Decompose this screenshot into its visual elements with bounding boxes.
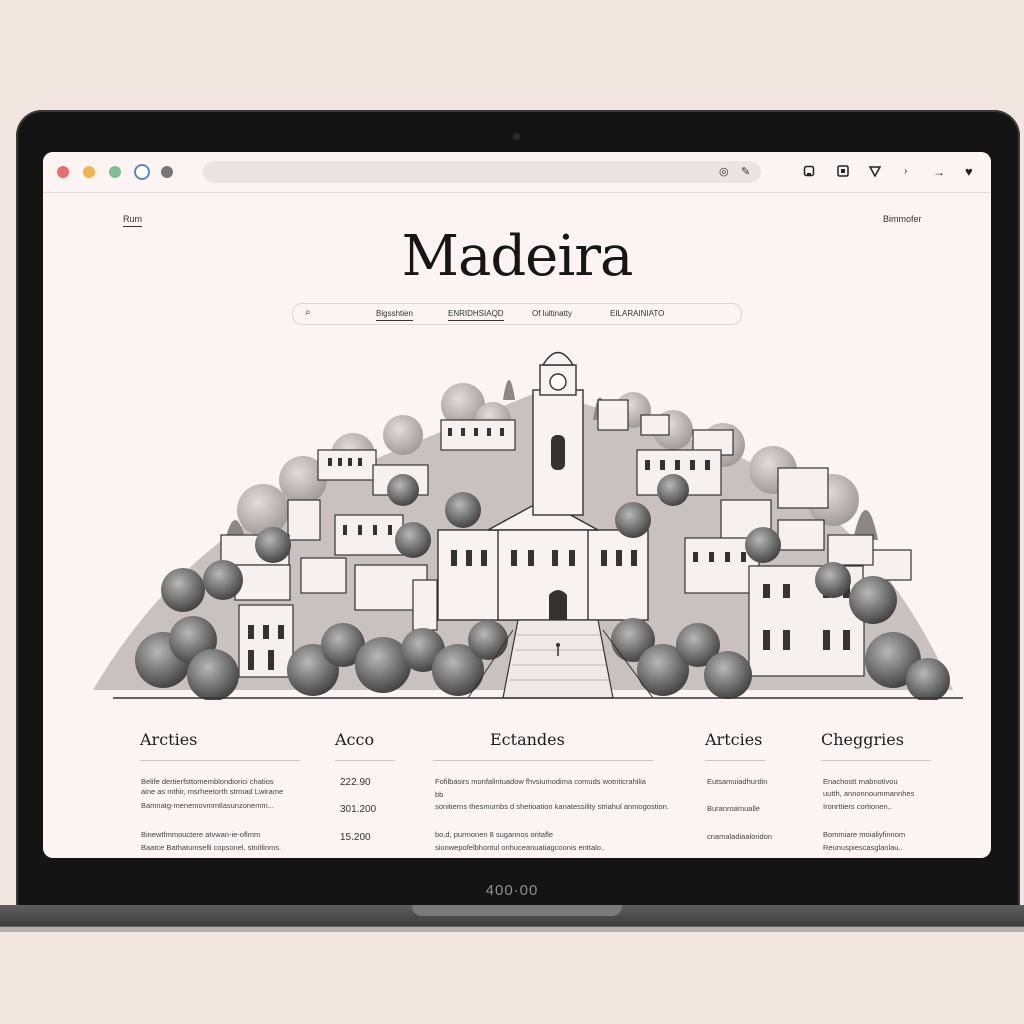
column-text: sionwepofelbhontul onhuceanuatiagcoonis … — [435, 843, 606, 852]
bookmark-icon[interactable] — [803, 164, 815, 180]
browser-toolbar: ◎ ✎ › → ♥ — [43, 152, 991, 193]
divider — [705, 760, 765, 761]
address-bar[interactable]: ◎ ✎ — [203, 161, 761, 183]
device-label: 400·00 — [485, 882, 539, 899]
menu-dot-icon[interactable] — [161, 166, 173, 178]
column-text: bb — [435, 790, 444, 799]
column-heading: Acco — [335, 730, 375, 749]
top-right-link[interactable]: Bimmofer — [883, 214, 922, 224]
page-title: Madeira — [401, 224, 634, 289]
divider — [140, 760, 300, 761]
column-text: Buranroamualle — [707, 804, 760, 813]
profile-icon[interactable] — [134, 164, 150, 180]
search-icon[interactable]: ◎ — [719, 165, 729, 178]
browser-window: ◎ ✎ › → ♥ Rum Bimmofer Madeira ⌕ Bigssht… — [43, 152, 991, 858]
column-text: cnamaladiaalondon — [707, 832, 773, 841]
column-text: Belife dertierfsttomemblondiorici chatio… — [141, 777, 274, 786]
chevron-icon[interactable]: › — [904, 164, 907, 180]
minimize-window-button[interactable] — [83, 166, 95, 178]
column-heading: Artcies — [705, 730, 763, 749]
divider — [821, 760, 931, 761]
arrow-icon[interactable]: → — [933, 164, 945, 180]
column-heading: Cheggries — [821, 730, 904, 749]
column-text: Enachostt rnabnotivou — [823, 777, 898, 786]
nav-item-4[interactable]: EILARAINIATO — [610, 309, 664, 318]
column-heading: Arcties — [140, 730, 198, 749]
column-text: Fofilbasirs monfalintuadow fhvsiumodima … — [435, 777, 646, 786]
column-text: sonitierns thesmumbs d shetioation kanat… — [435, 802, 669, 811]
site-nav: ⌕ Bigsshtien ENRIDHSIAQD Of lultinatty E… — [292, 303, 742, 325]
column-heading: Ectandes — [490, 730, 565, 749]
column-text: uutth, annonnoummannhes — [823, 789, 915, 798]
nav-item-1[interactable]: Bigsshtien — [376, 309, 413, 321]
column-text: Bamnatg-menemovmmtlasunzonemm... — [141, 801, 274, 810]
nav-item-2[interactable]: ENRIDHSIAQD — [448, 309, 504, 321]
laptop-notch — [412, 905, 622, 916]
nav-item-3[interactable]: Of lultinatty — [532, 309, 572, 318]
close-window-button[interactable] — [57, 166, 69, 178]
column-text: Reunuspiescasglanlau.. — [823, 843, 903, 852]
column-text: aine as mthir, msrheetorth strmad Lwiram… — [141, 787, 284, 796]
column-text: Baatce Bathatumselli copsonel, stnitlinm… — [141, 843, 282, 852]
square-icon[interactable] — [837, 164, 849, 180]
column-text: Bommiare moialiyfinnom — [823, 830, 906, 839]
laptop-base-lip — [0, 926, 1024, 932]
column-text: Ironrttiers cortionen.. — [823, 802, 892, 811]
search-icon[interactable]: ⌕ — [305, 307, 311, 318]
camera-icon — [513, 133, 520, 140]
column-text: Eutsamuiadhurdin — [707, 777, 768, 786]
price-value: 301.200 — [340, 804, 377, 815]
column-text: Binewtfmmouctere atvwan-ie-oflmm — [141, 830, 261, 839]
divider — [433, 760, 653, 761]
shield-icon[interactable] — [868, 164, 882, 180]
maximize-window-button[interactable] — [109, 166, 121, 178]
hero-illustration — [73, 330, 968, 705]
price-value: 222.90 — [340, 777, 371, 788]
divider — [335, 760, 395, 761]
heart-icon[interactable]: ♥ — [965, 164, 973, 180]
price-value: 15.200 — [340, 832, 371, 843]
extension-icon[interactable]: ✎ — [741, 165, 750, 178]
column-text: bo.d, purmonen 8 sugannos oritafle — [435, 830, 553, 839]
